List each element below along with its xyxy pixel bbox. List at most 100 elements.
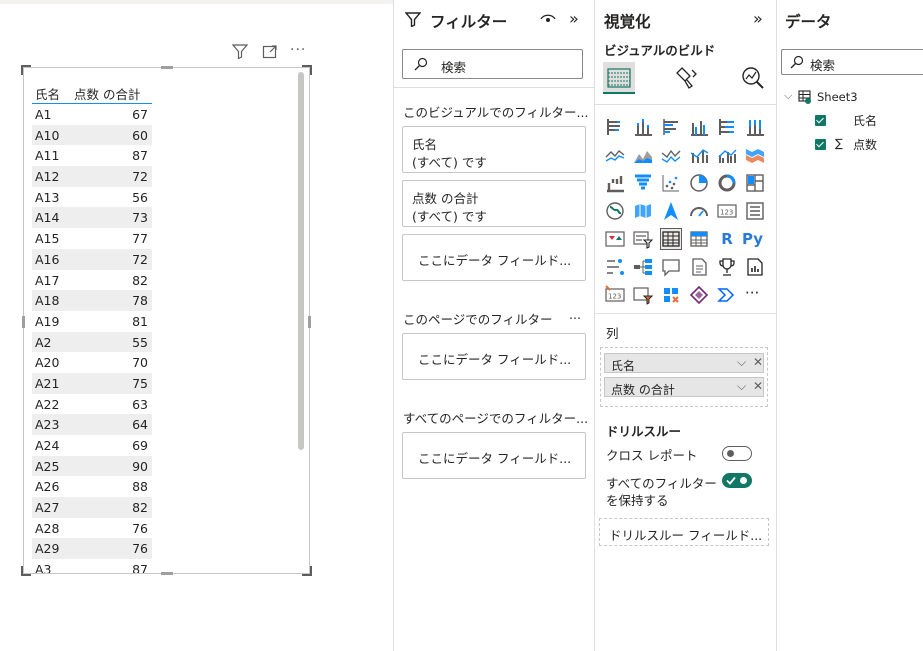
drillthrough-drop-zone[interactable]: ドリルスルー フィールド... [599,518,769,546]
table-row[interactable]: A3 87 [32,559,152,573]
table-row[interactable]: A14 73 [32,207,152,229]
power-automate-icon[interactable] [717,285,737,305]
matrix-icon[interactable] [689,229,709,249]
table-visual-icon[interactable] [660,228,682,250]
column-header-score[interactable]: 点数 の合計 [74,84,140,103]
resize-corner-bottom-right[interactable] [302,566,312,576]
shape-map-icon[interactable] [661,285,681,305]
filter-icon[interactable] [231,44,249,63]
clustered-bar-chart-icon[interactable] [661,117,681,137]
resize-handle-right[interactable] [308,316,311,328]
table-row[interactable]: A18 78 [32,290,152,311]
line-and-column-chart-icon[interactable] [689,145,709,165]
build-tab-analytics[interactable] [737,62,769,94]
table-row[interactable]: A28 76 [32,518,152,539]
ribbon-chart-icon[interactable] [745,145,765,165]
funnel-chart-icon[interactable] [633,173,653,193]
table-row[interactable]: A12 72 [32,166,152,187]
area-chart-icon[interactable] [633,145,653,165]
collapse-pane-icon[interactable]: » [753,9,763,28]
stacked-bar-chart-icon[interactable] [605,117,625,137]
build-tab-format[interactable] [671,62,703,94]
build-tab-fields[interactable] [603,62,635,94]
r-script-visual-icon[interactable]: R [717,229,737,249]
close-icon[interactable]: ✕ [753,355,763,369]
qa-visual-icon[interactable] [661,257,681,277]
paginated-report-icon[interactable] [745,257,765,277]
stacked-area-chart-icon[interactable] [661,145,681,165]
donut-chart-icon[interactable] [717,173,737,193]
filled-map-icon[interactable] [633,201,653,221]
key-influencers-icon[interactable] [605,257,625,277]
resize-corner-bottom-left[interactable] [21,566,31,576]
waterfall-chart-icon[interactable] [605,173,625,193]
all-pages-filter-drop-zone[interactable]: ここにデータ フィールド... [402,432,586,479]
filter-search-input[interactable]: 検索 [402,49,583,79]
table-row[interactable]: A21 75 [32,372,152,394]
chevron-down-icon[interactable]: ⌵ [784,89,792,103]
table-row[interactable]: A22 63 [32,394,152,415]
page-filters-more-icon[interactable]: ... [569,307,581,322]
gauge-icon[interactable] [689,201,709,221]
azure-map-icon[interactable] [661,201,681,221]
treemap-icon[interactable] [745,173,765,193]
table-row[interactable]: A17 82 [32,270,152,291]
smart-narrative-icon[interactable] [689,257,709,277]
table-row[interactable]: A1 67 [32,104,152,125]
line-and-clustered-column-chart-icon[interactable] [717,145,737,165]
python-visual-icon[interactable]: Py [742,229,768,249]
table-row[interactable]: A25 90 [32,455,152,477]
close-icon[interactable]: ✕ [753,379,763,393]
table-row[interactable]: A13 56 [32,187,152,208]
resize-handle-bottom[interactable] [161,572,173,575]
more-options-icon[interactable]: ··· [290,42,306,58]
visual-filter-drop-zone[interactable]: ここにデータ フィールド... [402,234,586,281]
table-row[interactable]: A23 64 [32,414,152,435]
resize-corner-top-left[interactable] [21,65,31,75]
pie-chart-icon[interactable] [689,173,709,193]
multi-row-card-icon[interactable] [745,201,765,221]
filter-card-name[interactable]: 氏名 (すべて) です [402,126,586,173]
kpi-icon[interactable] [605,229,625,249]
table-name[interactable]: Sheet3 [817,90,858,104]
power-apps-icon[interactable] [689,285,709,305]
collapse-pane-icon[interactable]: » [569,9,579,28]
line-chart-icon[interactable] [605,145,625,165]
table-row[interactable]: A29 76 [32,538,152,560]
table-row[interactable]: A10 60 [32,124,152,146]
chevron-down-icon[interactable]: ⌵ [737,379,746,394]
slicer-icon[interactable] [633,229,654,249]
page-filter-drop-zone[interactable]: ここにデータ フィールド... [402,333,586,380]
metrics-trophy-icon[interactable] [717,257,737,277]
focus-mode-icon[interactable] [262,44,278,63]
map-icon[interactable] [605,201,625,221]
cross-report-toggle[interactable] [722,446,752,461]
table-row[interactable]: A26 88 [32,476,152,497]
scatter-chart-icon[interactable] [661,173,681,193]
filter-slicer-icon[interactable] [633,285,654,305]
field-checkbox-score[interactable] [815,139,826,150]
vertical-scrollbar[interactable] [298,72,304,450]
data-search-input[interactable]: 検索 [781,49,923,75]
power-apps-card-icon[interactable]: 123 [605,285,625,305]
more-visuals-icon[interactable]: ··· [745,283,765,303]
table-row[interactable]: A24 69 [32,435,152,456]
clustered-column-chart-icon[interactable] [689,117,709,137]
filter-card-score[interactable]: 点数 の合計 (すべて) です [402,180,586,227]
card-icon[interactable]: 123 [717,201,737,221]
field-pill-name[interactable]: 氏名 ⌵ ✕ [604,353,764,373]
table-row[interactable]: A2 55 [32,331,152,353]
keep-filters-toggle[interactable] [722,473,752,488]
resize-handle-left[interactable] [22,316,25,328]
field-name[interactable]: 氏名 [853,112,877,129]
100-percent-bar-chart-icon[interactable] [717,117,737,137]
table-row[interactable]: A15 77 [32,228,152,249]
columns-field-well[interactable]: 氏名 ⌵ ✕ 点数 の合計 ⌵ ✕ [600,347,768,407]
eye-icon[interactable] [540,13,556,28]
table-row[interactable]: A27 82 [32,497,152,518]
field-checkbox-name[interactable] [815,115,826,126]
field-pill-score[interactable]: 点数 の合計 ⌵ ✕ [604,377,764,397]
chevron-down-icon[interactable]: ⌵ [737,355,746,370]
table-row[interactable]: A16 72 [32,248,152,270]
column-header-name[interactable]: 氏名 [35,84,60,103]
